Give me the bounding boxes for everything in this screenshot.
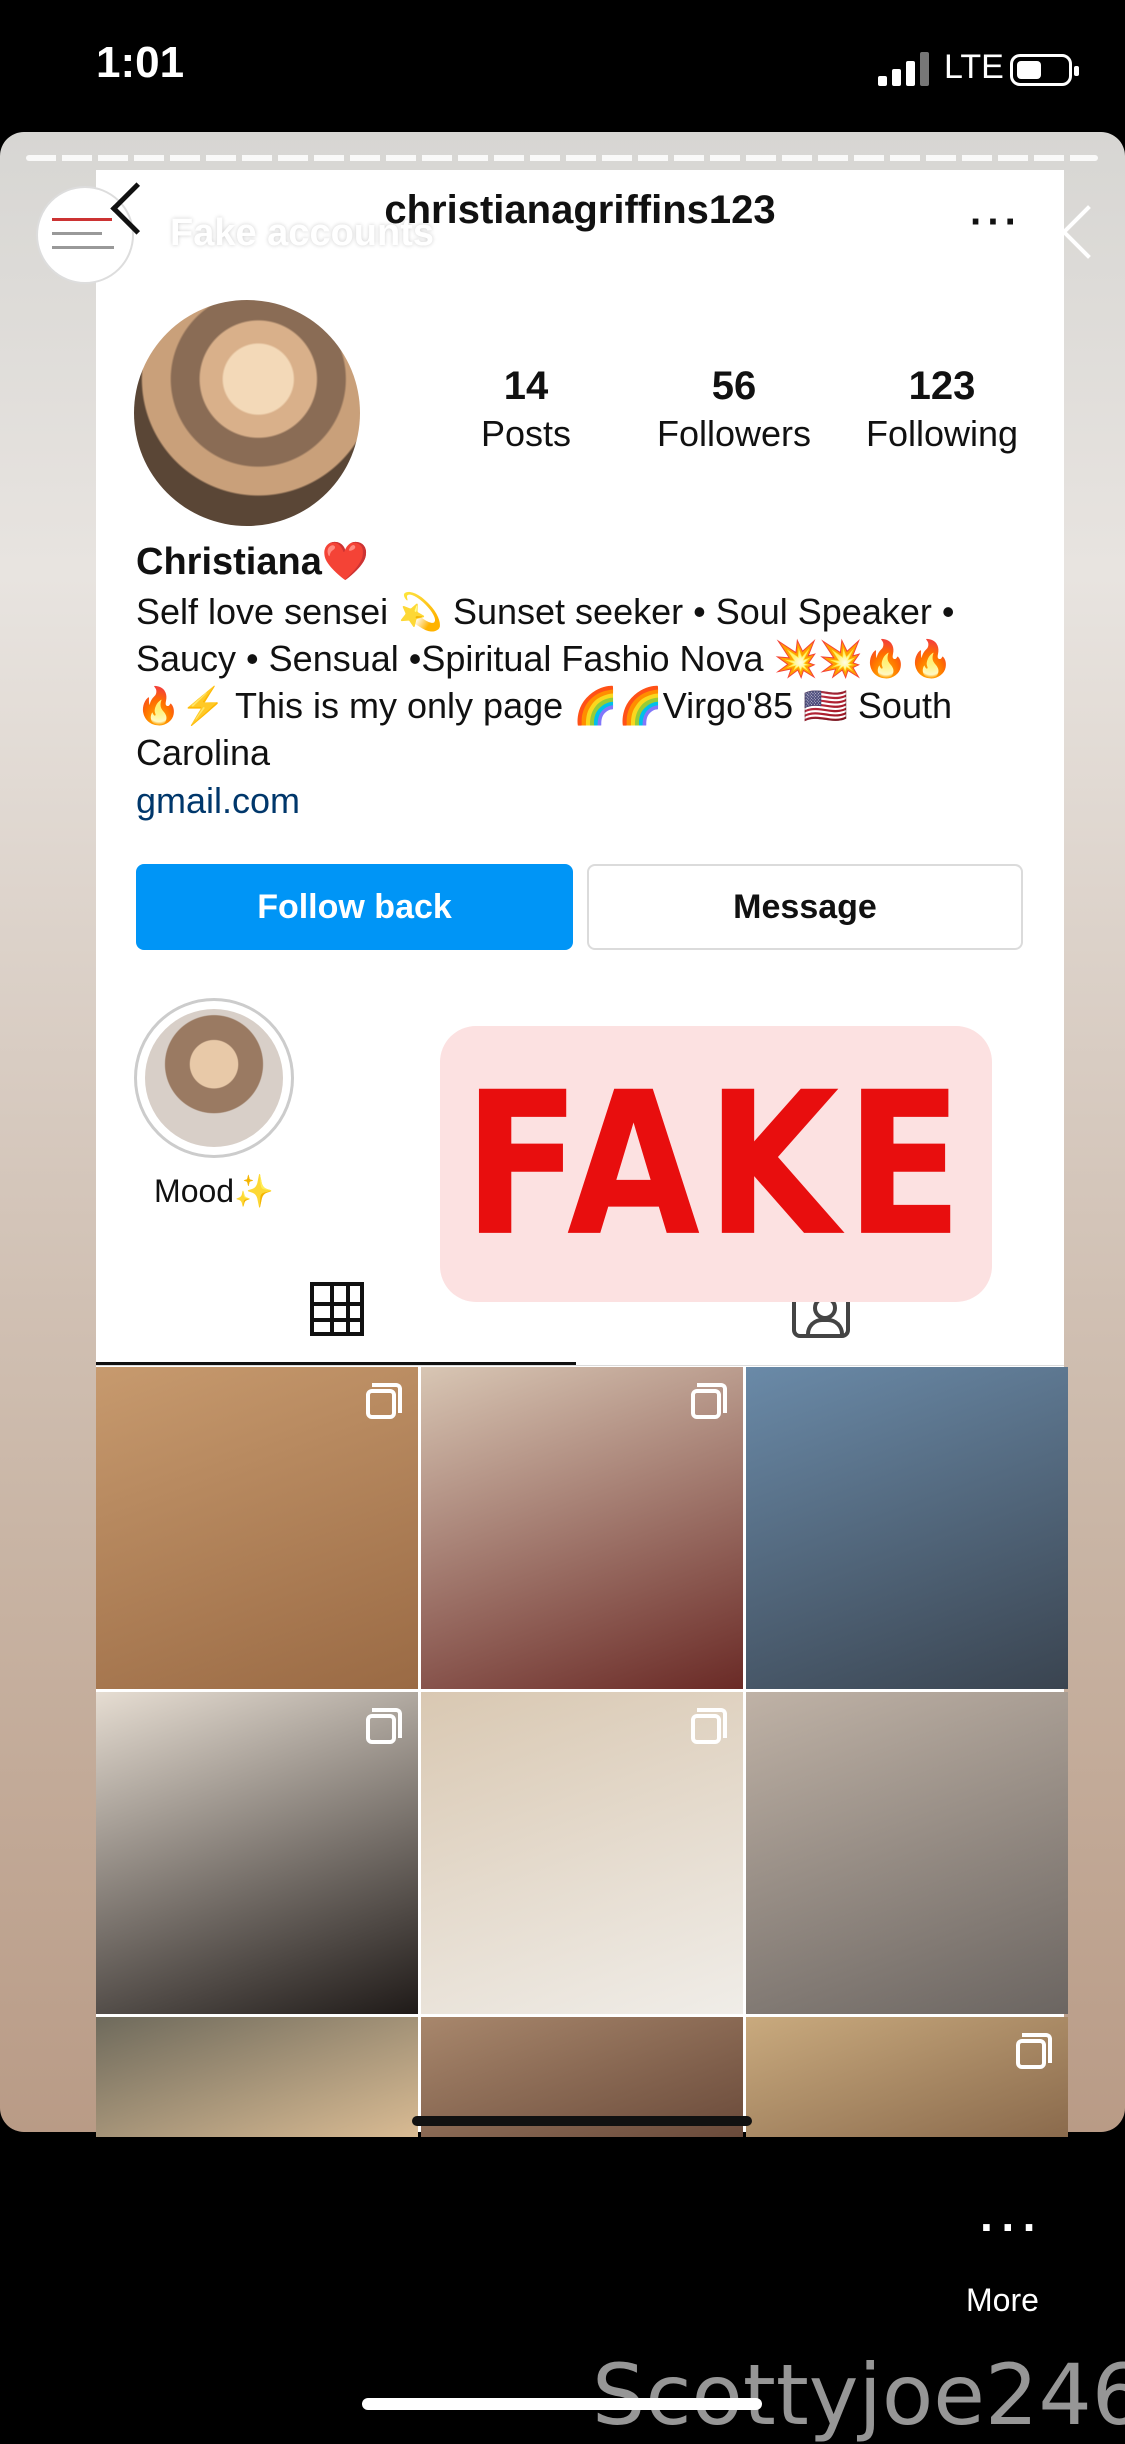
battery-icon bbox=[1010, 54, 1079, 86]
more-label[interactable]: More bbox=[966, 2282, 1039, 2319]
message-button: Message bbox=[587, 864, 1023, 950]
profile-bio: Self love sensei 💫 Sunset seeker • Soul … bbox=[136, 588, 1016, 776]
bio-line: Saucy • Sensual •Spiritual Fashio Nova 💥… bbox=[136, 638, 953, 679]
grid-photo bbox=[746, 2017, 1068, 2137]
grid-tab-icon bbox=[310, 1282, 364, 1336]
profile-display-name: Christiana❤️ bbox=[136, 541, 370, 583]
photo-grid bbox=[96, 1367, 1068, 2137]
status-time: 1:01 bbox=[96, 38, 185, 87]
more-icon[interactable]: ··· bbox=[980, 2200, 1044, 2254]
grid-photo bbox=[96, 2017, 418, 2137]
multi-photo-icon bbox=[691, 1708, 727, 1744]
stat-label: Posts bbox=[480, 413, 572, 454]
follow-back-button: Follow back bbox=[136, 864, 573, 950]
multi-photo-icon bbox=[366, 1708, 402, 1744]
multi-photo-icon bbox=[1016, 2033, 1052, 2069]
grid-photo bbox=[746, 1367, 1068, 1689]
grid-photo bbox=[421, 1367, 743, 1689]
bio-line: Self love sensei 💫 Sunset seeker • Soul … bbox=[136, 591, 955, 632]
stat-label: Following bbox=[865, 413, 1019, 454]
embedded-home-indicator bbox=[412, 2116, 752, 2126]
home-indicator[interactable] bbox=[362, 2398, 762, 2410]
fake-sticker: FAKE bbox=[440, 1026, 992, 1302]
stat-followers: 56 Followers bbox=[644, 364, 824, 455]
grid-photo bbox=[96, 1692, 418, 2014]
signal-icon bbox=[878, 52, 929, 86]
stat-posts: 14 Posts bbox=[436, 364, 616, 455]
stat-value: 123 bbox=[908, 364, 976, 408]
story-progress-bar bbox=[26, 155, 1098, 161]
profile-username: christianagriffins123 bbox=[384, 188, 776, 232]
story-highlight bbox=[134, 998, 294, 1158]
more-options-icon[interactable]: ··· bbox=[970, 200, 1022, 245]
bio-line: Carolina bbox=[136, 732, 271, 773]
bio-line: 🔥⚡️ This is my only page 🌈🌈Virgo'85 🇺🇸 S… bbox=[136, 685, 952, 726]
watermark: Scottyjoe246 bbox=[592, 2346, 1125, 2444]
multi-photo-icon bbox=[691, 1383, 727, 1419]
fake-sticker-text: FAKE bbox=[463, 1048, 969, 1280]
grid-photo bbox=[96, 1367, 418, 1689]
profile-link: gmail.com bbox=[136, 780, 301, 821]
grid-photo bbox=[421, 1692, 743, 2014]
stat-value: 14 bbox=[503, 364, 549, 408]
stat-label: Followers bbox=[656, 413, 812, 454]
network-label: LTE bbox=[944, 48, 1004, 86]
highlight-label: Mood✨ bbox=[154, 1173, 274, 1209]
multi-photo-icon bbox=[366, 1383, 402, 1419]
close-icon[interactable] bbox=[1032, 200, 1096, 264]
stat-following: 123 Following bbox=[852, 364, 1032, 455]
stat-value: 56 bbox=[711, 364, 757, 408]
profile-avatar bbox=[134, 300, 360, 526]
grid-photo bbox=[746, 1692, 1068, 2014]
tab-divider bbox=[96, 1365, 1064, 1366]
